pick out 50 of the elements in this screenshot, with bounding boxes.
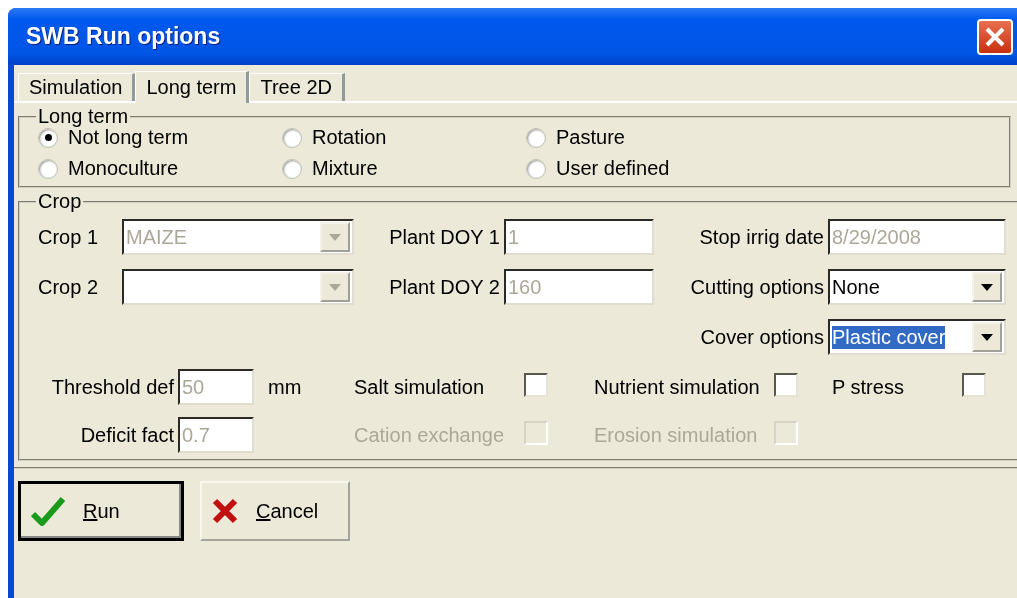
- radio-button[interactable]: [526, 158, 546, 179]
- caret-icon: [981, 333, 993, 341]
- checkbox-label: Salt simulation: [354, 375, 486, 399]
- checkbox[interactable]: [524, 372, 548, 397]
- cancel-button[interactable]: Cancel: [200, 481, 350, 541]
- checkbox-label: Cation exchange: [354, 423, 506, 447]
- dropdown-button[interactable]: [972, 272, 1002, 302]
- caret-icon: [329, 283, 341, 291]
- dropdown[interactable]: Plastic cover: [828, 319, 1006, 355]
- radio-button[interactable]: [282, 127, 302, 148]
- field-label: Crop 2: [38, 275, 100, 299]
- checkbox[interactable]: [962, 372, 986, 397]
- tab[interactable]: Long term: [135, 71, 250, 103]
- tab[interactable]: Simulation: [18, 73, 136, 101]
- radio-label: User defined: [556, 157, 670, 180]
- unit-label: mm: [267, 375, 303, 399]
- radio-button[interactable]: [38, 127, 58, 148]
- checkbox-label: Erosion simulation: [594, 423, 759, 447]
- close-button[interactable]: [977, 18, 1013, 55]
- checkbox[interactable]: [774, 372, 798, 397]
- run-button[interactable]: Run: [18, 481, 184, 541]
- dropdown[interactable]: None: [828, 269, 1006, 305]
- caret-icon: [329, 233, 341, 241]
- radio-label: Rotation: [312, 126, 387, 149]
- field-label: Cutting options: [689, 275, 825, 299]
- group-title: Long term: [37, 105, 130, 128]
- dropdown-button[interactable]: [972, 322, 1002, 352]
- close-icon: [984, 25, 1006, 48]
- field-label: Stop irrig date: [698, 225, 825, 249]
- cross-icon: [212, 498, 238, 524]
- window-title: SWB Run options: [25, 23, 221, 50]
- radio-label: Monoculture: [68, 157, 179, 180]
- group-title: Crop: [37, 190, 83, 213]
- radio-button[interactable]: [526, 127, 546, 148]
- checkbox-label: Nutrient simulation: [594, 375, 761, 399]
- field-label: Cover options: [699, 325, 825, 349]
- radio-label: Not long term: [68, 126, 189, 149]
- field-label: Plant DOY 1: [388, 225, 501, 249]
- radio-label: Mixture: [312, 157, 378, 180]
- caret-icon: [981, 283, 993, 291]
- checkbox-label: P stress: [832, 375, 905, 399]
- radio-label: Pasture: [556, 126, 625, 149]
- radio-button[interactable]: [282, 158, 302, 179]
- checkmark-icon: [31, 496, 65, 526]
- tab[interactable]: Tree 2D: [249, 73, 345, 101]
- field-label: Crop 1: [38, 225, 100, 249]
- radio-button[interactable]: [38, 158, 58, 179]
- field-label: Threshold def: [50, 375, 175, 399]
- field-label: Deficit fact: [79, 423, 175, 447]
- field-label: Plant DOY 2: [388, 275, 501, 299]
